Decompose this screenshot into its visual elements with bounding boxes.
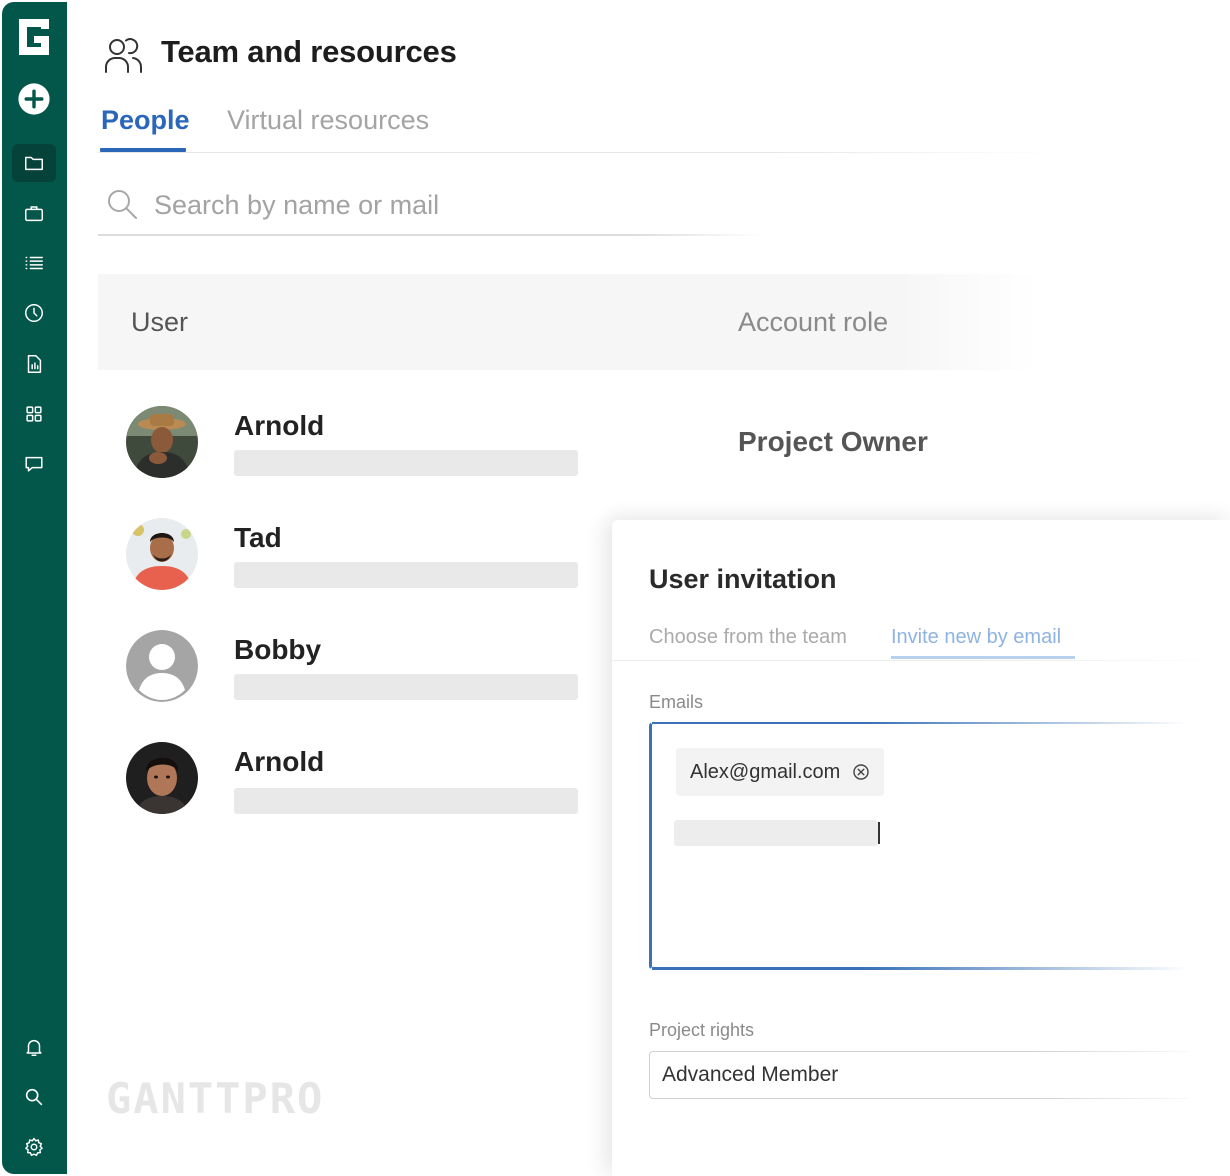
user-name: Tad [234,522,282,553]
emails-label: Emails [649,692,704,712]
search-icon [25,1088,43,1106]
user-photo [126,406,198,478]
sidebar-item-projects[interactable] [12,144,56,182]
chat-icon [25,456,43,472]
sidebar-item-portfolios[interactable] [12,194,56,232]
remove-chip-icon[interactable] [852,763,870,781]
sidebar-item-time[interactable] [12,294,56,332]
bell-icon [26,1039,42,1056]
column-header-account-role[interactable]: Account role [738,307,888,338]
user-name: Arnold [234,746,325,777]
folder-icon [25,156,43,171]
tab-invite-by-email[interactable]: Invite new by email [891,626,1061,649]
text-caret [878,822,880,844]
sidebar [2,2,67,1174]
avatar-arnold-2[interactable] [126,742,198,814]
list-icon [25,256,43,270]
email-placeholder [234,674,578,700]
project-rights-value: Advanced Member [662,1063,839,1086]
search-underline [98,234,763,236]
sidebar-item-settings[interactable] [12,1128,56,1166]
active-tab-indicator [891,656,1075,659]
tab-choose-from-team[interactable]: Choose from the team [649,626,847,649]
sidebar-item-notifications[interactable] [12,1028,56,1066]
ganttpro-logo[interactable] [15,16,53,58]
report-icon [27,355,42,373]
typing-placeholder [674,820,878,846]
add-icon [18,83,50,115]
avatar-bobby[interactable] [126,630,198,702]
tab-virtual-resources[interactable]: Virtual resources [227,105,429,136]
fade-overlay [1032,1040,1230,1110]
gear-icon [25,1137,43,1156]
panel-title: User invitation [649,564,837,594]
column-header-user[interactable]: User [131,307,188,338]
ganttpro-watermark: GANTTPRO [106,1074,325,1123]
email-chip-text: Alex@gmail.com [690,760,841,783]
email-placeholder [234,450,578,476]
email-chip[interactable]: Alex@gmail.com [676,748,885,796]
email-placeholder [234,562,578,588]
team-icon [105,38,143,73]
sidebar-item-tasks[interactable] [12,244,56,282]
user-invitation-panel: User invitation Choose from the team Inv… [612,520,1230,1176]
user-photo [126,518,198,590]
sidebar-item-reports[interactable] [12,345,56,383]
clock-icon [25,304,43,322]
email-placeholder [234,788,578,814]
project-rights-label: Project rights [649,1020,755,1040]
apps-icon [26,406,42,422]
default-avatar-icon [126,630,198,702]
tab-people[interactable]: People [101,105,190,136]
user-name: Arnold [234,410,325,441]
table-header [98,274,1038,370]
add-button[interactable] [12,80,56,118]
tabs-divider [612,660,1230,661]
user-name: Bobby [234,634,322,665]
page-title: Team and resources [161,34,457,69]
search-icon [108,190,137,219]
account-role[interactable]: Project Owner [738,426,928,458]
avatar-tad[interactable] [126,518,198,590]
emails-input[interactable]: Alex@gmail.com [649,722,1189,970]
tabs-divider [98,152,1058,153]
briefcase-icon [25,206,43,222]
sidebar-item-chat[interactable] [12,445,56,483]
avatar-arnold[interactable] [126,406,198,478]
sidebar-item-apps[interactable] [12,395,56,433]
sidebar-item-search[interactable] [12,1078,56,1116]
user-photo [126,742,198,814]
search-input[interactable] [154,184,714,226]
